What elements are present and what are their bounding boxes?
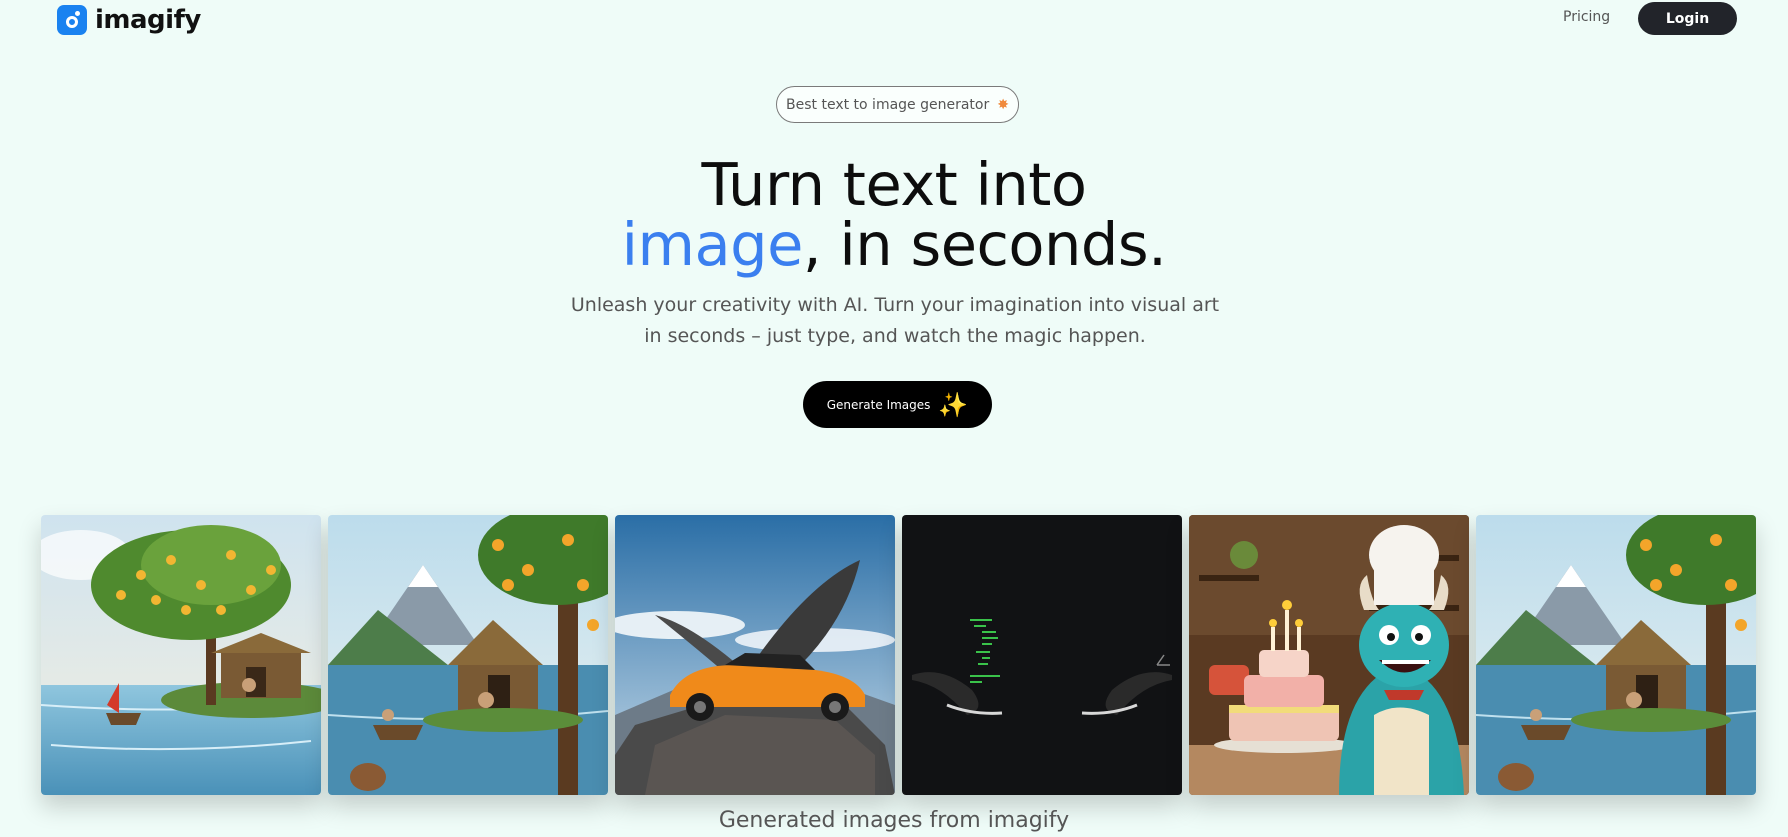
lakeside-hut-mountain-image[interactable] <box>328 515 608 795</box>
top-navbar: imagify Pricing Login <box>0 0 1788 38</box>
generate-images-button[interactable]: Generate Images ✨ <box>803 381 992 428</box>
badge-text: Best text to image generator <box>786 96 990 113</box>
gallery-caption: Generated images from imagify <box>718 808 1070 833</box>
headline-rest: , in seconds. <box>802 210 1167 279</box>
dark-code-scene-image[interactable] <box>902 515 1182 795</box>
hero-subtitle: Unleash your creativity with AI. Turn yo… <box>570 294 1220 347</box>
sparkle-icon: ✨ <box>938 390 969 419</box>
headline-line1: Turn text into <box>701 150 1087 219</box>
logo-icon <box>57 5 87 35</box>
pricing-link[interactable]: Pricing <box>1563 9 1610 25</box>
mango-tree-boat-image[interactable] <box>41 515 321 795</box>
brand-logo[interactable]: imagify <box>57 5 201 35</box>
page-title: Turn text into image, in seconds. <box>0 155 1788 275</box>
winged-sports-car-image[interactable] <box>615 515 895 795</box>
star-icon: ✸ <box>997 96 1009 113</box>
headline-accent: image <box>621 210 804 279</box>
image-gallery <box>41 515 1756 795</box>
brand-name: imagify <box>95 5 201 35</box>
hero-badge: Best text to image generator ✸ <box>776 86 1019 123</box>
cta-label: Generate Images <box>826 397 931 412</box>
login-button[interactable]: Login <box>1638 2 1737 35</box>
monster-chef-cake-image[interactable] <box>1189 515 1469 795</box>
lakeside-hut-mountain-image-2[interactable] <box>1476 515 1756 795</box>
